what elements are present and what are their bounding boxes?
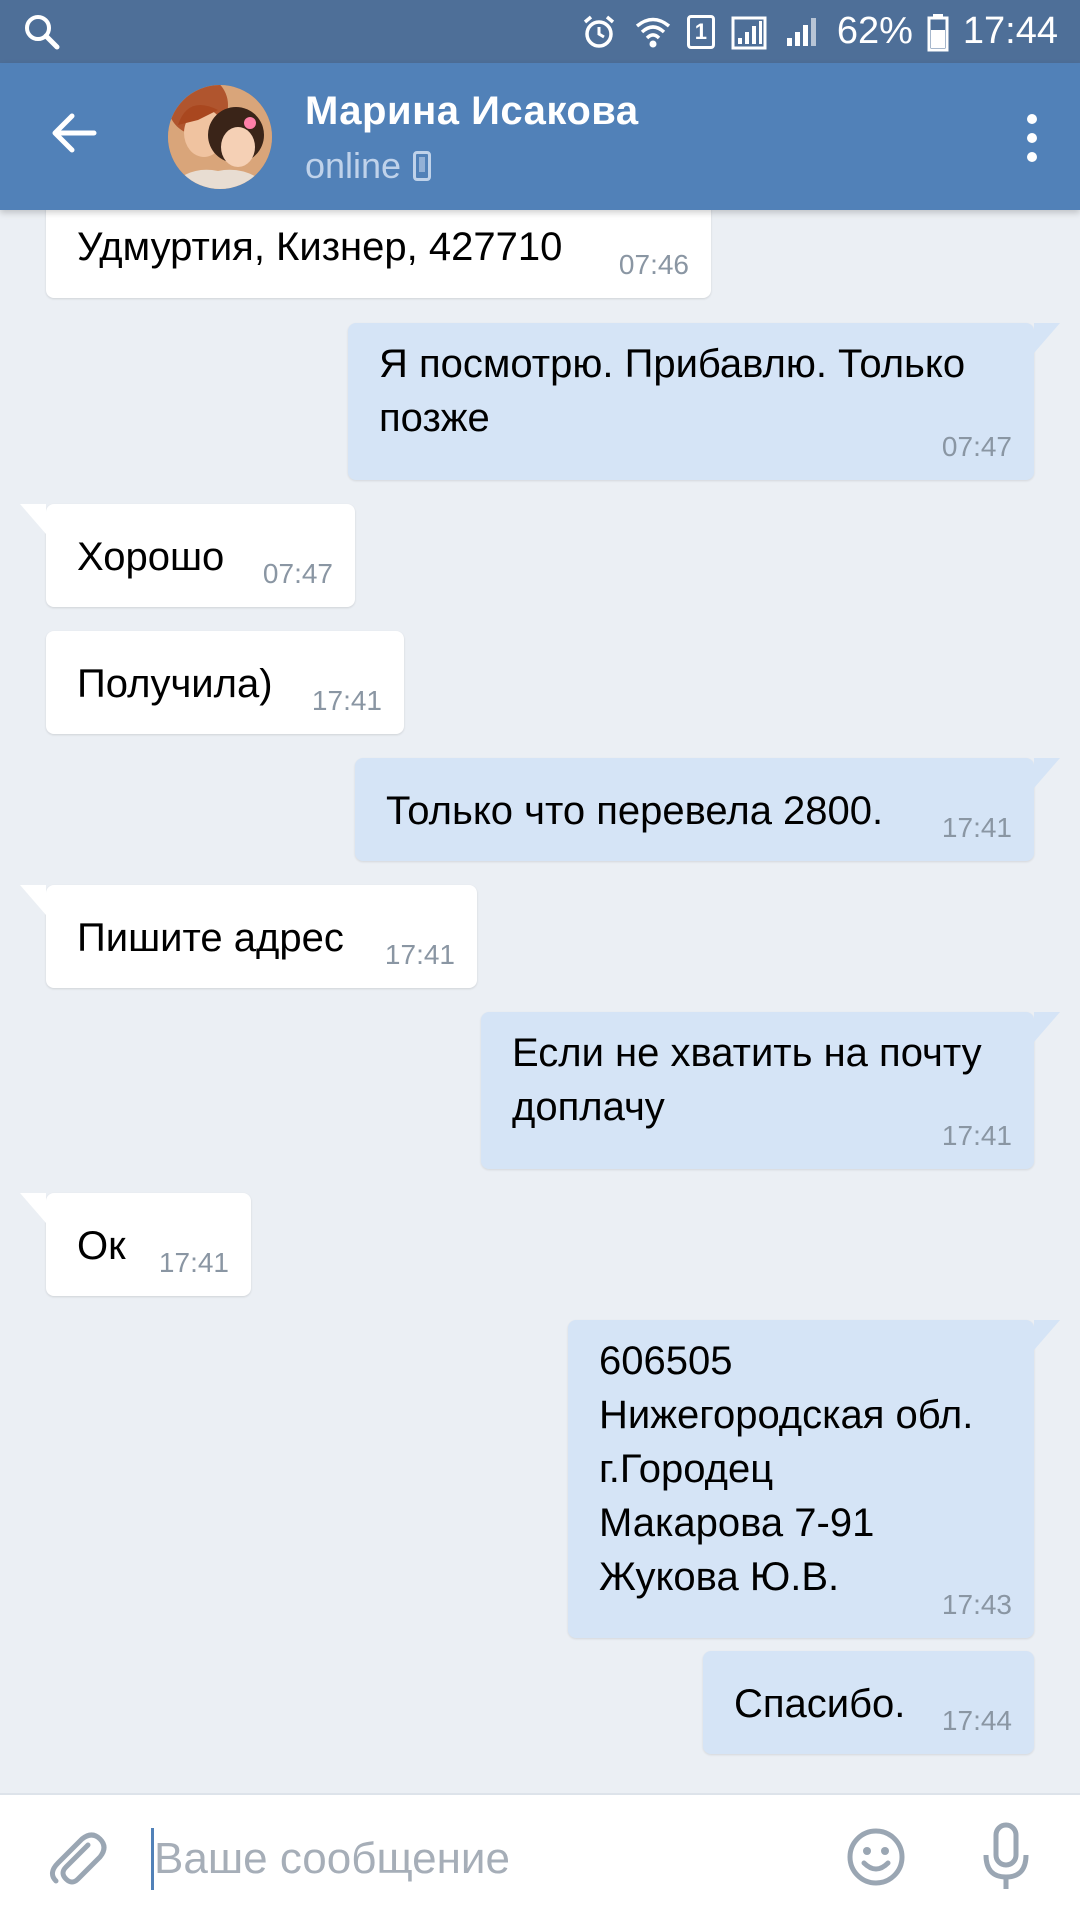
- message-time: 17:41: [941, 812, 1012, 843]
- message-bubble-incoming[interactable]: Ок 17:41: [20, 1193, 251, 1296]
- back-button[interactable]: [44, 103, 104, 163]
- arrow-left-icon: [52, 113, 97, 153]
- message-time: 17:41: [941, 1120, 1012, 1151]
- battery-percent: 62%: [836, 10, 913, 52]
- message-time: 17:43: [941, 1589, 1012, 1620]
- message-time: 17:44: [941, 1705, 1012, 1736]
- message-input[interactable]: [154, 1821, 794, 1897]
- message-bubble-outgoing[interactable]: Спасибо. 17:44: [703, 1651, 1034, 1754]
- message-bubble-incoming[interactable]: Получила) 17:41: [46, 631, 404, 734]
- alarm-icon: [579, 12, 619, 52]
- smile-icon: [847, 1828, 905, 1886]
- message-time: 17:41: [384, 939, 455, 970]
- message-text: Пишите адрес: [77, 916, 344, 960]
- message-text: Хорошо: [77, 535, 225, 579]
- contact-name[interactable]: Марина Исакова: [305, 89, 639, 134]
- message-bubble-incoming[interactable]: Хорошо 07:47: [20, 504, 355, 607]
- message-bubble-outgoing[interactable]: Если не хватить на почту доплачу 17:41: [481, 1012, 1060, 1169]
- message-text: Спасибо.: [734, 1682, 906, 1726]
- message-text: Я посмотрю. Прибавлю. Только позже: [379, 342, 966, 440]
- status-text: online: [305, 145, 402, 186]
- message-bubble-outgoing[interactable]: Только что перевела 2800. 17:41: [355, 758, 1060, 861]
- message-text: Удмуртия, Кизнер, 427710: [77, 225, 563, 269]
- contact-status: online: [305, 145, 432, 187]
- message-time: 07:46: [618, 249, 689, 280]
- microphone-icon: [983, 1822, 1029, 1889]
- more-vertical-icon: [1027, 114, 1037, 124]
- message-text: Если не хватить на почту доплачу: [512, 1031, 982, 1129]
- compose-bar: [0, 1793, 1080, 1920]
- message-bubble-incoming[interactable]: Удмуртия, Кизнер, 427710 07:46: [46, 198, 711, 298]
- message-bubble-outgoing[interactable]: 606505 Нижегородская обл. г.Городец Мака…: [568, 1320, 1060, 1638]
- message-bubble-outgoing[interactable]: Я посмотрю. Прибавлю. Только позже 07:47: [348, 323, 1060, 480]
- emoji-button[interactable]: [844, 1825, 908, 1889]
- message-text: 606505 Нижегородская обл. г.Городец Мака…: [599, 1339, 974, 1599]
- chat-header: Марина Исакова online: [0, 63, 1080, 210]
- sim-icon: 1: [686, 14, 715, 49]
- mobile-icon: [413, 151, 432, 181]
- message-time: 07:47: [941, 431, 1012, 462]
- attach-button[interactable]: [44, 1825, 108, 1889]
- message-time: 17:41: [158, 1247, 229, 1278]
- avatar[interactable]: [168, 85, 272, 189]
- wifi-icon: [633, 12, 673, 52]
- signal-icon: [729, 12, 769, 52]
- message-bubble-incoming[interactable]: Пишите адрес 17:41: [20, 885, 477, 988]
- battery-icon: [927, 12, 949, 52]
- message-time: 07:47: [262, 558, 333, 589]
- paperclip-icon: [50, 1832, 107, 1885]
- message-text: Только что перевела 2800.: [386, 789, 884, 833]
- status-bar: 1 62% 17:44: [0, 0, 1080, 63]
- message-text: Ок: [77, 1224, 126, 1268]
- voice-message-button[interactable]: [974, 1821, 1038, 1893]
- search-icon[interactable]: [22, 12, 62, 52]
- clock: 17:44: [962, 10, 1058, 52]
- signal-icon: [783, 12, 823, 52]
- message-time: 17:41: [311, 685, 382, 716]
- message-text: Получила): [77, 662, 273, 706]
- more-menu-button[interactable]: [1012, 103, 1052, 173]
